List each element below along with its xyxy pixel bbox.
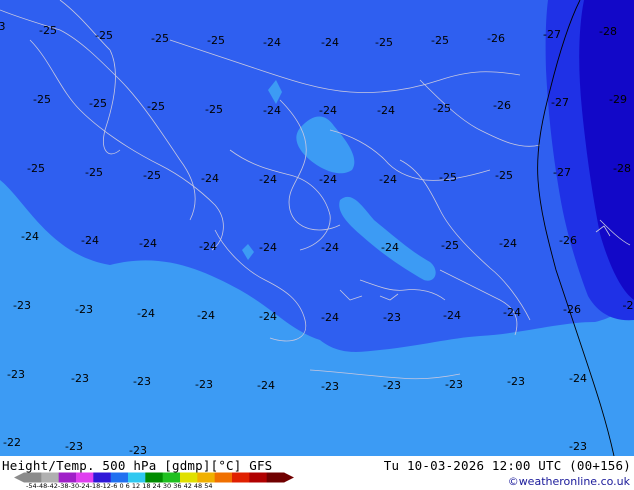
colorbar-segment — [180, 472, 198, 483]
contour-label: -24 — [137, 307, 155, 320]
contour-label: -25 — [441, 239, 459, 252]
colorbar-segment — [162, 472, 181, 483]
map-title: Height/Temp. 500 hPa [gdmp][°C] GFS — [2, 458, 273, 473]
colorbar-segment — [232, 472, 250, 483]
colorbar-arrow-right — [284, 472, 294, 483]
contour-label: -24 — [379, 173, 397, 186]
contour-label: -25 — [375, 36, 393, 49]
contour-label: -29 — [609, 93, 627, 106]
contour-label: -25 — [431, 34, 449, 47]
credit-link[interactable]: ©weatheronline.co.uk — [508, 475, 630, 488]
contour-label: -24 — [257, 379, 275, 392]
contour-label: -23 — [569, 440, 587, 453]
colorbar-segment — [110, 472, 129, 483]
contour-label: -23 — [129, 444, 147, 456]
contour-label: -24 — [321, 311, 339, 324]
contour-label: -28 — [613, 162, 631, 175]
contour-label: -25 — [85, 166, 103, 179]
contour-label: -24 — [321, 241, 339, 254]
contour-label: -24 — [199, 240, 217, 253]
contour-label: -25 — [433, 102, 451, 115]
colorbar-segment — [145, 472, 164, 483]
contour-label: -24 — [139, 237, 157, 250]
contour-label: -22 — [3, 436, 21, 449]
contour-label: -23 — [195, 378, 213, 391]
contour-label: -24 — [443, 309, 461, 322]
contour-label: -27 — [551, 96, 569, 109]
colorbar-segment — [214, 472, 233, 483]
contour-label: -28 — [599, 25, 617, 38]
contour-label: -24 — [259, 310, 277, 323]
colorbar-segment — [128, 472, 146, 483]
contour-label: -2 — [623, 299, 634, 312]
colorbar-segment — [58, 472, 77, 483]
contour-label: -25 — [439, 171, 457, 184]
contour-label: -26 — [487, 32, 505, 45]
contour-label: -26 — [559, 234, 577, 247]
contour-label: -24 — [201, 172, 219, 185]
contour-label: -25 — [151, 32, 169, 45]
colorbar-segment — [24, 472, 42, 483]
map-footer: Height/Temp. 500 hPa [gdmp][°C] GFS Tu 1… — [0, 456, 634, 490]
contour-label: -25 — [143, 169, 161, 182]
contour-label: -26 — [493, 99, 511, 112]
contour-label: -24 — [381, 241, 399, 254]
contour-label: -23 — [65, 440, 83, 453]
contour-label: -24 — [503, 306, 521, 319]
contour-label: -25 — [95, 29, 113, 42]
contour-label: -25 — [39, 24, 57, 37]
contour-label: -25 — [495, 169, 513, 182]
contour-label: 3 — [0, 20, 6, 33]
contour-label: -24 — [263, 36, 281, 49]
contour-label: -24 — [197, 309, 215, 322]
contour-label: -23 — [321, 380, 339, 393]
contour-label: -24 — [81, 234, 99, 247]
contour-label: -24 — [499, 237, 517, 250]
contour-label: -25 — [147, 100, 165, 113]
contour-label: -23 — [133, 375, 151, 388]
contour-label: -27 — [553, 166, 571, 179]
colorbar-arrow-left — [14, 472, 24, 483]
contour-label: -24 — [259, 173, 277, 186]
contour-label: -25 — [207, 34, 225, 47]
contour-label: -23 — [7, 368, 25, 381]
contour-label: -24 — [263, 104, 281, 117]
contour-label: -23 — [383, 379, 401, 392]
contour-label: -23 — [13, 299, 31, 312]
contour-label: -23 — [71, 372, 89, 385]
contour-label: -24 — [377, 104, 395, 117]
contour-label: -23 — [383, 311, 401, 324]
colorbar-segment — [266, 472, 285, 483]
forecast-datetime: Tu 10-03-2026 12:00 UTC (00+156) — [383, 458, 631, 473]
colorbar-segment — [249, 472, 268, 483]
contour-label: -23 — [75, 303, 93, 316]
contour-label: -27 — [543, 28, 561, 41]
contour-label: -26 — [563, 303, 581, 316]
contour-label: -23 — [445, 378, 463, 391]
contour-label: -25 — [205, 103, 223, 116]
colorbar-ticks: -54-48-42-38-30-24-18-12-6 0 6 12 18 24 … — [26, 482, 213, 490]
colorbar-segment — [93, 472, 112, 483]
contour-label: -24 — [259, 241, 277, 254]
weather-map-view: -25 -25 -25 -25 -24 -24 -25 -25 -26 -27 -28 -25 -25 -… — [0, 0, 634, 490]
colorbar-segment — [41, 472, 60, 483]
contour-label: -24 — [21, 230, 39, 243]
contour-label: -23 — [507, 375, 525, 388]
colorbar-segment — [76, 472, 94, 483]
contour-label: -24 — [319, 173, 337, 186]
colorbar-segment — [197, 472, 216, 483]
contour-label: -24 — [569, 372, 587, 385]
contour-label: -25 — [33, 93, 51, 106]
map-canvas: -25 -25 -25 -25 -24 -24 -25 -25 -26 -27 -28 -25 -25 -… — [0, 0, 634, 456]
contour-label: -24 — [319, 104, 337, 117]
contour-label: -24 — [321, 36, 339, 49]
contour-label: -25 — [27, 162, 45, 175]
contour-label: -25 — [89, 97, 107, 110]
